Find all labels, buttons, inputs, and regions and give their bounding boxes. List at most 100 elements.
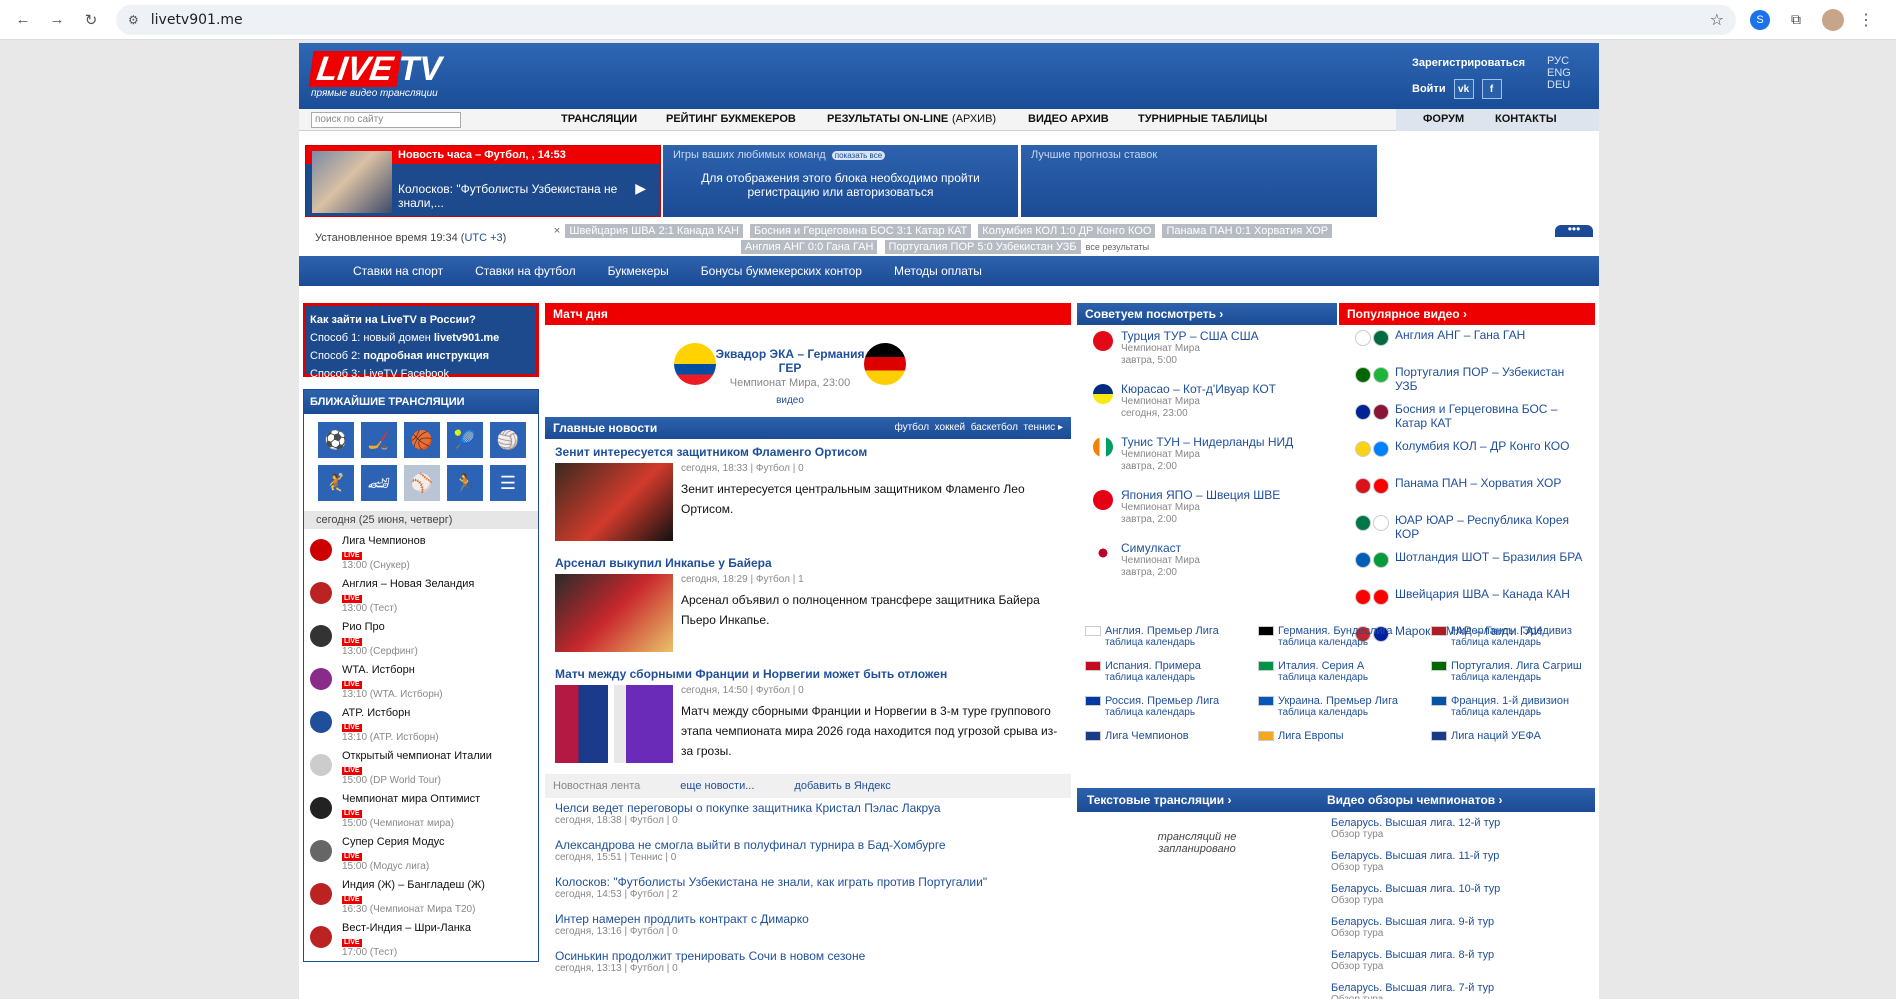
- league-table-calendar[interactable]: таблица календарь: [1085, 672, 1258, 684]
- video-review-link[interactable]: Беларусь. Высшая лига. 7-й тур: [1331, 982, 1591, 994]
- address-bar[interactable]: ⚙ livetv901.me ☆: [116, 4, 1736, 35]
- handball-icon[interactable]: 🤾: [318, 465, 354, 501]
- popular-title[interactable]: Панама ПАН – Хорватия ХОР: [1395, 476, 1561, 510]
- bar-sport-bets[interactable]: Ставки на спорт: [353, 264, 443, 278]
- broadcast-item[interactable]: WTA. Истборн LIVE 13:10 (WTA. Истборн): [304, 660, 538, 703]
- broadcast-item[interactable]: Лига Чемпионов LIVE 13:00 (Снукер): [304, 531, 538, 574]
- menu-contacts[interactable]: КОНТАКТЫ: [1495, 113, 1557, 125]
- recommended-title[interactable]: Япония ЯПО – Швеция ШВЕ: [1121, 488, 1280, 502]
- back-icon[interactable]: ←: [12, 9, 34, 31]
- menu-bookmakers-rating[interactable]: РЕЙТИНГ БУКМЕКЕРОВ: [666, 113, 796, 125]
- league-table-calendar[interactable]: таблица календарь: [1431, 707, 1599, 719]
- feed-link[interactable]: Александрова не смогла выйти в полуфинал…: [555, 838, 1061, 852]
- ticker-match[interactable]: Англия АНГ 0:0 Гана ГАН: [740, 240, 878, 254]
- recommended-title[interactable]: Симулкаст: [1121, 541, 1200, 555]
- popular-title[interactable]: ЮАР ЮАР – Республика Корея КОР: [1395, 513, 1587, 547]
- broadcast-item[interactable]: Вест-Индия – Шри-Ланка LIVE 17:00 (Тест): [304, 918, 538, 961]
- vk-icon[interactable]: vk: [1453, 79, 1474, 99]
- feed-link[interactable]: Осинькин продолжит тренировать Сочи в но…: [555, 949, 1061, 963]
- register-link[interactable]: Зарегистрироваться: [1412, 57, 1525, 69]
- recommended-item[interactable]: Симулкаст Чемпионат Мира завтра, 2:00: [1077, 537, 1337, 590]
- broadcast-name[interactable]: Рио Про: [342, 621, 418, 634]
- site-search-input[interactable]: поиск по сайту: [311, 112, 461, 128]
- racing-icon[interactable]: 🏎: [361, 465, 397, 501]
- bar-payment-methods[interactable]: Методы оплаты: [894, 264, 982, 278]
- video-review-link[interactable]: Беларусь. Высшая лига. 9-й тур: [1331, 916, 1591, 928]
- ticker-match[interactable]: Швейцария ШВА 2:1 Канада КАН: [565, 224, 743, 238]
- video-review-link[interactable]: Беларусь. Высшая лига. 11-й тур: [1331, 850, 1591, 862]
- ticker-close-icon[interactable]: ×: [554, 225, 560, 237]
- recommended-title[interactable]: Тунис ТУН – Нидерланды НИД: [1121, 435, 1293, 449]
- extensions-puzzle-icon[interactable]: ⧉: [1784, 8, 1808, 32]
- popular-item[interactable]: Босния и Герцеговина БОС – Катар КАТ: [1339, 399, 1595, 436]
- news-title-link[interactable]: Арсенал выкупил Инкапье у Байера: [555, 556, 1061, 570]
- video-review-link[interactable]: Беларусь. Высшая лига. 12-й тур: [1331, 817, 1591, 829]
- ticker-match[interactable]: Панама ПАН 0:1 Хорватия ХОР: [1162, 224, 1333, 238]
- broadcast-name[interactable]: Супер Серия Модус: [342, 836, 445, 849]
- browser-menu-icon[interactable]: ⋮: [1858, 10, 1874, 30]
- popular-item[interactable]: Швейцария ШВА – Канада КАН: [1339, 584, 1595, 621]
- broadcast-item[interactable]: Чемпионат мира Оптимист LIVE 15:00 (Чемпио…: [304, 789, 538, 832]
- feed-link[interactable]: Колосков: "Футболисты Узбекистана не зна…: [555, 875, 1061, 889]
- broadcast-item[interactable]: ATP. Истборн LIVE 13:10 (ATP. Истборн): [304, 703, 538, 746]
- broadcast-item[interactable]: Супер Серия Модус LIVE 15:00 (Модус лига): [304, 832, 538, 875]
- forward-icon[interactable]: →: [46, 9, 68, 31]
- broadcast-name[interactable]: Индия (Ж) – Бангладеш (Ж): [342, 879, 485, 892]
- league-link[interactable]: Лига Чемпионов: [1105, 730, 1189, 742]
- facebook-icon[interactable]: f: [1481, 79, 1502, 99]
- lang-rus[interactable]: РУС: [1547, 55, 1571, 67]
- ticker-match[interactable]: Португалия ПОР 5:0 Узбекистан УЗБ: [884, 240, 1081, 254]
- recommended-item[interactable]: Тунис ТУН – Нидерланды НИД Чемпионат Мира…: [1077, 431, 1337, 484]
- popular-item[interactable]: ЮАР ЮАР – Республика Корея КОР: [1339, 510, 1595, 547]
- lang-deu[interactable]: DEU: [1547, 79, 1571, 91]
- timezone-link[interactable]: UTC +3: [464, 232, 502, 244]
- broadcast-item[interactable]: Открытый чемпионат Италии LIVE 15:00 (DP W…: [304, 746, 538, 789]
- popular-item[interactable]: Англия АНГ – Гана ГАН: [1339, 325, 1595, 362]
- tennis-icon[interactable]: 🎾: [447, 422, 483, 458]
- cat-football[interactable]: футбол: [894, 422, 929, 433]
- motd-teams[interactable]: Эквадор ЭКА – Германия ГЕР: [715, 347, 865, 375]
- broadcast-name[interactable]: Англия – Новая Зеландия: [342, 578, 474, 591]
- play-icon[interactable]: ▶: [635, 180, 646, 197]
- site-logo[interactable]: LIVETV прямые видео трансляции: [308, 50, 442, 99]
- league-table-calendar[interactable]: таблица календарь: [1258, 707, 1431, 719]
- feed-link[interactable]: Интер намерен продлить контракт с Димарк…: [555, 912, 1061, 926]
- fav-show-all[interactable]: показать все: [831, 151, 886, 160]
- popular-title[interactable]: Португалия ПОР – Узбекистан УЗБ: [1395, 365, 1587, 399]
- league-link[interactable]: Украина. Премьер Лига: [1278, 695, 1398, 707]
- recommended-item[interactable]: Турция ТУР – США США Чемпионат Мира завтра…: [1077, 325, 1337, 378]
- league-table-calendar[interactable]: таблица календарь: [1258, 637, 1431, 649]
- popular-title[interactable]: Колумбия КОЛ – ДР Конго КОО: [1395, 439, 1569, 473]
- site-info-icon[interactable]: ⚙: [128, 13, 139, 27]
- broadcast-name[interactable]: ATP. Истборн: [342, 707, 439, 720]
- recommended-item[interactable]: Япония ЯПО – Швеция ШВЕ Чемпионат Мира зав…: [1077, 484, 1337, 537]
- league-link[interactable]: Португалия. Лига Сагриш: [1451, 660, 1582, 672]
- broadcast-name[interactable]: Вест-Индия – Шри-Ланка: [342, 922, 471, 935]
- menu-broadcasts[interactable]: ТРАНСЛЯЦИИ: [561, 113, 637, 125]
- bookmark-star-icon[interactable]: ☆: [1710, 10, 1724, 29]
- popular-title[interactable]: Босния и Герцеговина БОС – Катар КАТ: [1395, 402, 1587, 436]
- popular-item[interactable]: Колумбия КОЛ – ДР Конго КОО: [1339, 436, 1595, 473]
- cat-tennis[interactable]: теннис: [1024, 422, 1056, 433]
- feed-link[interactable]: Челси ведет переговоры о покупке защитни…: [555, 801, 1061, 815]
- league-link[interactable]: Нидерланды. Эредивиз: [1451, 625, 1572, 637]
- popular-title[interactable]: Шотландия ШОТ – Бразилия БРА: [1395, 550, 1582, 584]
- recommended-title[interactable]: Турция ТУР – США США: [1121, 329, 1259, 343]
- broadcast-name[interactable]: Лига Чемпионов: [342, 535, 426, 548]
- league-link[interactable]: Россия. Премьер Лига: [1105, 695, 1219, 707]
- news-image[interactable]: [555, 685, 673, 763]
- baseball-icon[interactable]: ⚾: [404, 465, 440, 501]
- league-link[interactable]: Лига наций УЕФА: [1451, 730, 1541, 742]
- popular-item[interactable]: Шотландия ШОТ – Бразилия БРА: [1339, 547, 1595, 584]
- bar-football-bets[interactable]: Ставки на футбол: [475, 264, 576, 278]
- more-results-icon[interactable]: •••: [1555, 223, 1593, 237]
- menu-standings[interactable]: ТУРНИРНЫЕ ТАБЛИЦЫ: [1138, 113, 1267, 125]
- popular-title[interactable]: Англия АНГ – Гана ГАН: [1395, 328, 1525, 362]
- lang-eng[interactable]: ENG: [1547, 67, 1571, 79]
- news-of-hour[interactable]: Новость часа – Футбол, , 14:53 Колосков:…: [305, 145, 661, 217]
- athletics-icon[interactable]: 🏃: [447, 465, 483, 501]
- basketball-icon[interactable]: 🏀: [404, 422, 440, 458]
- news-title-link[interactable]: Матч между сборными Франции и Норвегии м…: [555, 667, 1061, 681]
- popular-item[interactable]: Португалия ПОР – Узбекистан УЗБ: [1339, 362, 1595, 399]
- broadcast-item[interactable]: Рио Про LIVE 13:00 (Серфинг): [304, 617, 538, 660]
